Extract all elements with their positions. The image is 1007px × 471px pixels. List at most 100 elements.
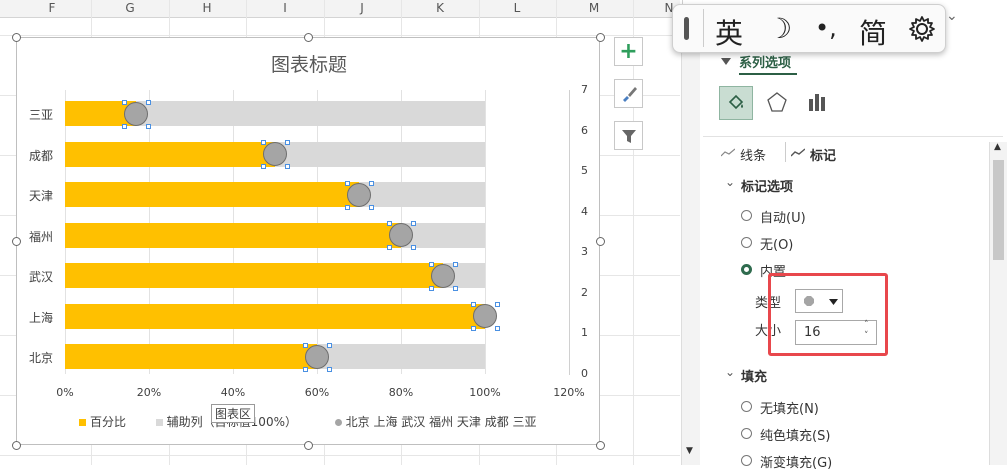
selection-handle[interactable] <box>122 99 128 105</box>
chart-legend[interactable]: 百分比 辅助列（目标值100%） 北京 上海 武汉 福州 天津 成都 三亚 <box>79 413 537 430</box>
gear-icon[interactable] <box>907 14 937 44</box>
fill-heading[interactable]: 填充 <box>741 366 767 385</box>
scatter-marker[interactable] <box>124 101 149 126</box>
chart-styles-button[interactable] <box>614 79 643 108</box>
selection-handle[interactable] <box>471 302 476 307</box>
script-toggle[interactable]: 简 <box>859 12 887 52</box>
sheet-scrollbar[interactable]: ▼ <box>681 30 700 465</box>
radio-solid-fill-label: 纯色填充(S) <box>760 429 831 444</box>
col-h[interactable]: H <box>197 1 217 15</box>
selection-handle[interactable] <box>369 204 374 210</box>
chart-area[interactable]: 图表标题 0% 20% 40% 60% 80% 100% 120% 0 1 2 3 4 5 6 7 三亚 成都天… <box>16 37 600 445</box>
selection-handle[interactable] <box>122 123 128 129</box>
collapse-chevron-icon[interactable]: ⌄ <box>725 175 735 189</box>
selection-handle[interactable] <box>146 99 152 105</box>
selection-handle[interactable] <box>411 245 416 250</box>
pentagon-icon[interactable] <box>766 91 788 113</box>
scroll-up-icon[interactable]: ▲ <box>994 142 1001 152</box>
percent-bar[interactable] <box>65 263 443 288</box>
selection-handle[interactable] <box>453 285 458 291</box>
selection-handle[interactable] <box>285 164 290 169</box>
selection-handle[interactable] <box>345 204 350 210</box>
legend-label-percent: 百分比 <box>90 415 127 429</box>
plot-area[interactable]: 0% 20% 40% 60% 80% 100% 120% 0 1 2 3 4 5 6 7 三亚 成都 天津 福州 武汉… <box>17 38 601 446</box>
resize-handle[interactable] <box>12 441 21 450</box>
scatter-marker[interactable] <box>431 263 455 288</box>
selection-handle[interactable] <box>327 342 332 348</box>
col-j[interactable]: J <box>352 1 372 15</box>
selection-handle[interactable] <box>345 180 350 186</box>
x-tick-label: 40% <box>220 386 246 399</box>
selection-handle[interactable] <box>495 302 500 307</box>
selection-handle[interactable] <box>453 261 458 267</box>
resize-handle[interactable] <box>304 33 313 42</box>
marker-tab[interactable]: 标记 <box>810 145 836 164</box>
ime-mode-toggle[interactable]: 英 <box>715 12 743 52</box>
selection-handle[interactable] <box>327 366 332 372</box>
fill-collapse-chevron-icon[interactable]: ⌄ <box>725 365 735 379</box>
scrollbar-thumb[interactable] <box>993 160 1004 260</box>
selection-handle[interactable] <box>471 326 476 331</box>
selection-handle[interactable] <box>285 140 290 145</box>
resize-handle[interactable] <box>304 441 313 450</box>
col-f[interactable]: F <box>42 1 62 15</box>
chart-elements-button[interactable]: + <box>614 37 643 66</box>
selection-handle[interactable] <box>261 164 266 169</box>
scroll-down-icon[interactable]: ▼ <box>686 446 693 456</box>
ime-toolbar[interactable]: 英 ☽ •, 简 <box>672 4 946 53</box>
radio-none[interactable] <box>741 237 752 248</box>
percent-bar[interactable] <box>65 222 401 248</box>
resize-handle[interactable] <box>12 33 21 42</box>
line-tab[interactable]: 线条 <box>740 145 766 164</box>
chart-filters-button[interactable] <box>614 121 643 150</box>
resize-handle[interactable] <box>12 237 21 246</box>
col-m[interactable]: M <box>584 1 604 15</box>
selection-handle[interactable] <box>303 366 308 372</box>
selection-handle[interactable] <box>495 326 500 331</box>
radio-solid-fill[interactable] <box>741 428 752 439</box>
legend-swatch-helper <box>155 419 163 426</box>
fill-line-tab[interactable] <box>719 86 753 120</box>
col-g[interactable]: G <box>120 1 140 15</box>
series-options-tab[interactable]: 系列选项 <box>739 52 791 71</box>
selection-handle[interactable] <box>429 285 434 291</box>
resize-handle[interactable] <box>596 237 605 246</box>
percent-bar[interactable] <box>65 182 359 207</box>
percent-bar[interactable] <box>65 141 275 167</box>
col-k[interactable]: K <box>430 1 450 15</box>
moon-icon[interactable]: ☽ <box>767 12 792 45</box>
radio-builtin[interactable] <box>741 264 752 275</box>
bar-chart-icon[interactable] <box>807 91 829 113</box>
selection-handle[interactable] <box>303 342 308 348</box>
scatter-marker[interactable] <box>473 304 497 328</box>
radio-auto[interactable] <box>741 210 752 221</box>
panel-dropdown-chevron-icon[interactable]: ⌄ <box>946 8 958 24</box>
percent-bar[interactable] <box>65 344 317 369</box>
radio-gradient-fill[interactable] <box>741 455 752 466</box>
col-i[interactable]: I <box>275 1 295 15</box>
drag-handle-icon[interactable] <box>684 17 689 40</box>
selection-handle[interactable] <box>146 123 152 129</box>
scatter-marker[interactable] <box>305 344 329 369</box>
marker-options-heading[interactable]: 标记选项 <box>741 176 793 195</box>
radio-no-fill[interactable] <box>741 401 752 412</box>
punctuation-toggle[interactable]: •, <box>815 14 837 42</box>
paint-bucket-icon <box>728 94 744 110</box>
y2-tick-label: 0 <box>581 367 588 380</box>
selection-handle[interactable] <box>261 140 266 145</box>
legend-label-marker: 北京 上海 武汉 福州 天津 成都 三亚 <box>345 415 537 429</box>
selection-handle[interactable] <box>429 261 434 267</box>
percent-bar[interactable] <box>65 303 485 329</box>
scatter-marker[interactable] <box>389 223 413 247</box>
selection-handle[interactable] <box>387 221 392 226</box>
y2-tick-label: 5 <box>581 164 588 178</box>
resize-handle[interactable] <box>596 441 605 450</box>
selection-handle[interactable] <box>411 221 416 226</box>
selection-handle[interactable] <box>369 180 374 186</box>
panel-scrollbar[interactable]: ▲ <box>989 142 1007 465</box>
scatter-marker[interactable] <box>347 182 371 207</box>
resize-handle[interactable] <box>596 33 605 42</box>
selection-handle[interactable] <box>387 245 392 250</box>
col-l[interactable]: L <box>507 1 527 15</box>
scatter-marker[interactable] <box>263 142 287 166</box>
